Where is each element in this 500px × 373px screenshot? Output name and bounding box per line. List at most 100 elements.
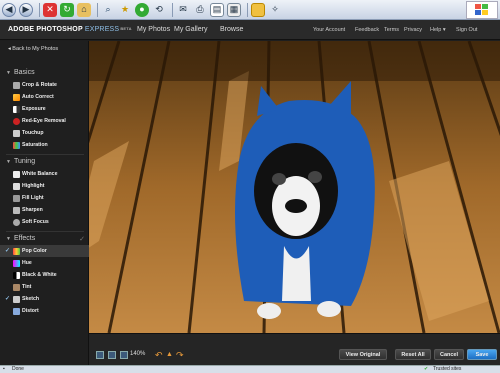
- section-basics[interactable]: ▼ Basics: [0, 67, 89, 78]
- tool-black-white[interactable]: Black & White: [0, 269, 89, 281]
- section-label: Basics: [13, 69, 35, 76]
- distort-icon: [13, 308, 20, 315]
- view-actual-icon[interactable]: [108, 351, 116, 359]
- browser-toolbar: ◀ ▶ ✕ ↻ ⌂ ⌕ ★ ● ⟲ ✉ ⎙ ▤ ▦ ✧: [0, 0, 500, 20]
- red-eye-icon: [13, 118, 20, 125]
- photo-canvas[interactable]: [89, 41, 500, 333]
- app-header: ADOBE PHOTOSHOP EXPRESSBETA My Photos My …: [0, 20, 500, 40]
- section-label: Effects: [13, 235, 36, 242]
- auto-correct-icon: [13, 94, 20, 101]
- nav-my-photos[interactable]: My Photos: [137, 26, 170, 33]
- tool-auto-correct[interactable]: Auto Correct: [0, 91, 89, 103]
- tool-label: White Balance: [22, 171, 58, 177]
- status-text: Done: [12, 366, 24, 372]
- tool-distort[interactable]: Distort: [0, 305, 89, 317]
- tool-hue[interactable]: Hue: [0, 257, 89, 269]
- print-icon[interactable]: ⎙: [193, 3, 207, 17]
- undo-icon[interactable]: ↶: [155, 350, 163, 361]
- search-icon[interactable]: ⌕: [101, 3, 115, 17]
- view-original-button[interactable]: View Original: [339, 349, 387, 360]
- home-icon[interactable]: ⌂: [77, 2, 91, 17]
- exposure-icon: [13, 106, 20, 113]
- save-button[interactable]: Save: [467, 349, 497, 360]
- tool-label: Hue: [22, 260, 32, 266]
- tool-red-eye[interactable]: Red-Eye Removal: [0, 115, 89, 127]
- nav-browse[interactable]: Browse: [220, 26, 243, 33]
- checkmark-icon: ✓: [79, 235, 85, 243]
- tool-exposure[interactable]: Exposure: [0, 103, 89, 115]
- toolbar-separator: [39, 2, 40, 17]
- stop-icon[interactable]: ✕: [43, 2, 57, 17]
- applied-checkmark-icon: ✓: [5, 296, 11, 302]
- cancel-button[interactable]: Cancel: [434, 349, 464, 360]
- page-icon: ▪: [3, 366, 5, 372]
- back-arrow-icon[interactable]: ◀: [2, 2, 16, 17]
- mail-icon[interactable]: ✉: [176, 3, 190, 17]
- logo-text: ADOBE PHOTOSHOP: [8, 26, 83, 33]
- nav-my-gallery[interactable]: My Gallery: [174, 26, 207, 33]
- soft-focus-icon: [13, 219, 20, 226]
- reset-all-button[interactable]: Reset All: [395, 349, 431, 360]
- view-fit-icon[interactable]: [96, 351, 104, 359]
- messenger-icon[interactable]: ✧: [268, 3, 282, 17]
- tool-label: Distort: [22, 308, 39, 314]
- bottom-toolbar: 140% ↶ ▲ ↷ View Original Reset All Cance…: [89, 333, 500, 365]
- back-to-my-photos-link[interactable]: ◂ Back to My Photos: [8, 46, 58, 52]
- tool-label: Black & White: [22, 272, 57, 278]
- forward-arrow-icon[interactable]: ▶: [19, 2, 33, 17]
- folder-icon[interactable]: [251, 2, 265, 17]
- tool-fill-light[interactable]: Fill Light: [0, 192, 89, 204]
- tool-label: Pop Color: [22, 248, 47, 254]
- pop-color-icon: [13, 248, 20, 255]
- toolbar-separator: [97, 2, 98, 17]
- sketch-icon: [13, 296, 20, 303]
- tool-sketch[interactable]: ✓ Sketch: [0, 293, 89, 305]
- hue-icon: [13, 260, 20, 267]
- privacy-link[interactable]: Privacy: [404, 27, 422, 33]
- tool-label: Red-Eye Removal: [22, 118, 66, 124]
- tool-sharpen[interactable]: Sharpen: [0, 204, 89, 216]
- tool-touchup[interactable]: Touchup: [0, 127, 89, 139]
- tool-white-balance[interactable]: White Balance: [0, 168, 89, 180]
- logo-beta: BETA: [120, 26, 132, 31]
- help-menu[interactable]: Help ▾: [430, 27, 446, 33]
- tool-pop-color[interactable]: ✓ Pop Color: [0, 245, 89, 257]
- tool-label: Highlight: [22, 183, 45, 189]
- applied-checkmark-icon: ✓: [5, 248, 11, 254]
- windows-flag-icon: [475, 4, 488, 15]
- trusted-sites-icon: ✔: [424, 366, 429, 372]
- tool-crop-rotate[interactable]: Crop & Rotate: [0, 79, 89, 91]
- terms-link[interactable]: Terms: [384, 27, 399, 33]
- tool-label: Tint: [22, 284, 32, 290]
- zoom-level: 140%: [130, 351, 146, 357]
- section-label: Tuning: [13, 158, 36, 165]
- edit-icon[interactable]: ▤: [210, 2, 224, 17]
- section-effects[interactable]: ▼ Effects ✓: [0, 233, 89, 244]
- divider: [6, 154, 84, 155]
- sharpen-icon: [13, 207, 20, 214]
- media-icon[interactable]: ●: [135, 2, 149, 17]
- tool-soft-focus[interactable]: Soft Focus: [0, 216, 89, 228]
- favorites-star-icon[interactable]: ★: [118, 3, 132, 17]
- account-link[interactable]: Your Account: [313, 27, 345, 33]
- windows-logo-icon: [466, 1, 498, 19]
- redo-icon[interactable]: ↷: [176, 350, 184, 361]
- redo-arrow-icon[interactable]: ▲: [166, 351, 173, 358]
- sign-out-link[interactable]: Sign Out: [456, 27, 477, 33]
- section-tuning[interactable]: ▼ Tuning: [0, 156, 89, 167]
- logo-express: EXPRESS: [84, 26, 120, 33]
- tool-label: Sketch: [22, 296, 40, 302]
- feedback-link[interactable]: Feedback: [355, 27, 379, 33]
- view-fullscreen-icon[interactable]: [120, 351, 128, 359]
- refresh-icon[interactable]: ↻: [60, 2, 74, 17]
- tool-highlight[interactable]: Highlight: [0, 180, 89, 192]
- divider: [6, 231, 84, 232]
- white-balance-icon: [13, 171, 20, 178]
- discuss-icon[interactable]: ▦: [227, 2, 241, 17]
- history-icon[interactable]: ⟲: [152, 3, 166, 17]
- fill-light-icon: [13, 195, 20, 202]
- tool-label: Crop & Rotate: [22, 82, 57, 88]
- tool-tint[interactable]: Tint: [0, 281, 89, 293]
- tool-saturation[interactable]: Saturation: [0, 139, 89, 151]
- tool-label: Soft Focus: [22, 219, 49, 225]
